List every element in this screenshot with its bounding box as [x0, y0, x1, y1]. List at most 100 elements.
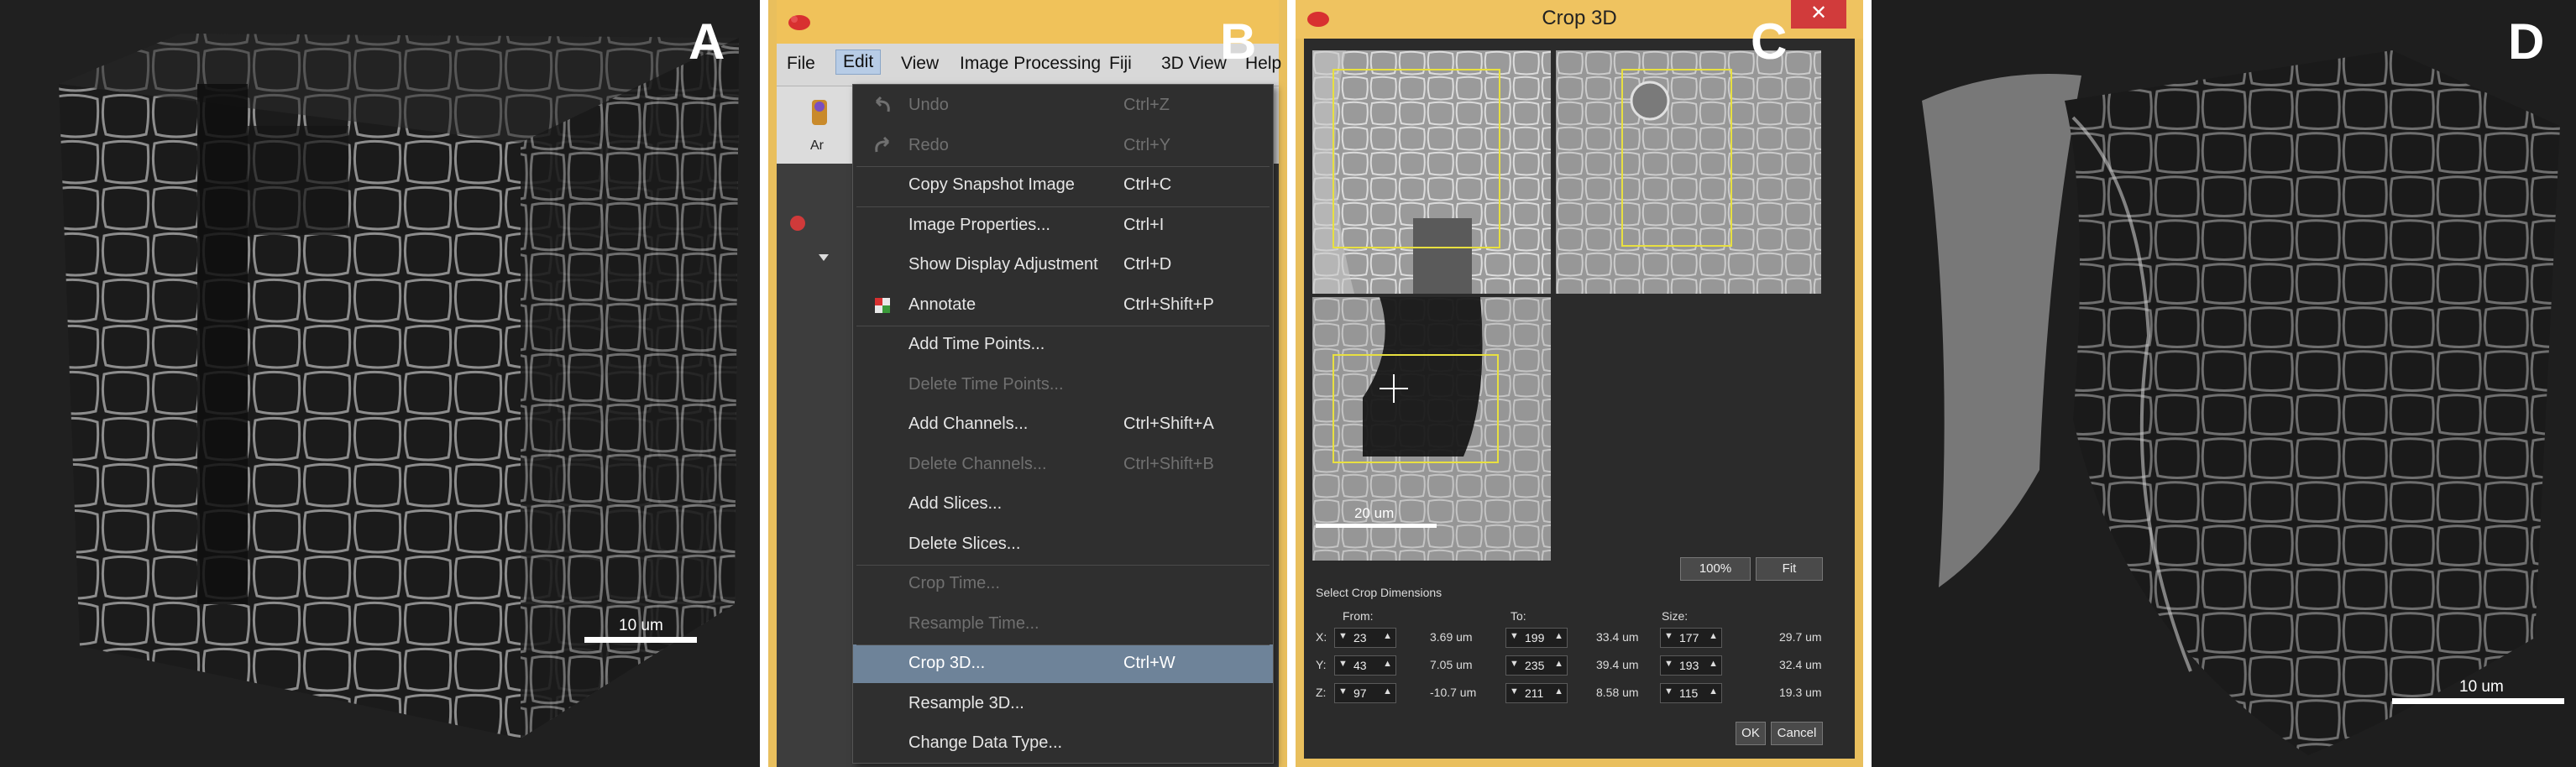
to-spinner[interactable]: ▼ 199 ▲: [1505, 628, 1568, 648]
size-um-value: 19.3 um: [1779, 686, 1822, 699]
menu-item-undo[interactable]: Undo Ctrl+Z: [853, 86, 1273, 125]
spin-value: 193: [1679, 659, 1699, 672]
cancel-button[interactable]: Cancel: [1771, 722, 1823, 745]
to-spinner[interactable]: ▼ 211 ▲: [1505, 683, 1568, 703]
decrement-arrow-icon[interactable]: ▼: [1664, 659, 1673, 669]
toolbar-tool-icon[interactable]: [807, 97, 832, 130]
roi-yz[interactable]: [1621, 69, 1732, 247]
from-spinner[interactable]: ▼ 23 ▲: [1334, 628, 1396, 648]
menu-item-redo[interactable]: Redo Ctrl+Y: [853, 127, 1273, 165]
inset-scale-bar-label: 20 um: [1354, 505, 1395, 521]
menu-edit[interactable]: Edit: [835, 50, 882, 75]
menu-item-crop-time[interactable]: Crop Time...: [853, 565, 1273, 603]
menu-file[interactable]: File: [787, 54, 815, 74]
menu-view[interactable]: View: [901, 54, 939, 74]
menu-item-change-data-type[interactable]: Change Data Type...: [853, 724, 1273, 763]
increment-arrow-icon[interactable]: ▲: [1709, 686, 1718, 697]
increment-arrow-icon[interactable]: ▲: [1383, 686, 1392, 697]
inset-scale-bar: [1316, 524, 1437, 528]
menu-item-crop-3d[interactable]: Crop 3D... Ctrl+W: [853, 644, 1273, 683]
menu-item-label: Delete Slices...: [908, 534, 1021, 553]
menu-item-delete-time-points[interactable]: Delete Time Points...: [853, 366, 1273, 404]
menu-item-shortcut: Ctrl+Shift+P: [1123, 295, 1214, 314]
redo-icon: [875, 136, 890, 152]
menu-item-shortcut: Ctrl+Shift+A: [1123, 415, 1214, 433]
menu-item-label: Undo: [908, 96, 949, 114]
menu-item-label: Show Display Adjustment: [908, 255, 1098, 274]
increment-arrow-icon[interactable]: ▲: [1383, 631, 1392, 641]
menu-item-delete-slices[interactable]: Delete Slices...: [853, 525, 1273, 564]
decrement-arrow-icon[interactable]: ▼: [1510, 659, 1519, 669]
header-to: To:: [1511, 609, 1526, 623]
tree-expander-icon[interactable]: [817, 253, 830, 263]
menu-fiji[interactable]: Fiji: [1109, 54, 1132, 74]
menu-item-label: Annotate: [908, 295, 976, 314]
menu-item-label: Add Slices...: [908, 494, 1003, 513]
panel-letter-c: C: [1751, 13, 1788, 70]
decrement-arrow-icon[interactable]: ▼: [1338, 631, 1348, 641]
menu-item-add-slices[interactable]: Add Slices...: [853, 485, 1273, 524]
volume-render-cropped-d: [1922, 50, 2560, 755]
menu-separator: [856, 206, 1270, 207]
scale-bar-d: [2392, 698, 2564, 704]
menu-item-add-channels[interactable]: Add Channels... Ctrl+Shift+A: [853, 405, 1273, 444]
size-spinner[interactable]: ▼ 193 ▲: [1660, 655, 1722, 676]
from-spinner[interactable]: ▼ 97 ▲: [1334, 683, 1396, 703]
decrement-arrow-icon[interactable]: ▼: [1664, 631, 1673, 641]
roi-xz[interactable]: [1333, 354, 1499, 463]
menu-item-image-properties[interactable]: Image Properties... Ctrl+I: [853, 206, 1273, 245]
panel-letter-b: B: [1220, 13, 1257, 70]
menu-separator: [856, 565, 1270, 566]
increment-arrow-icon[interactable]: ▲: [1709, 631, 1718, 641]
decrement-arrow-icon[interactable]: ▼: [1510, 631, 1519, 641]
toolbar-label-left: Ar: [810, 138, 824, 153]
menu-separator: [856, 166, 1270, 167]
increment-arrow-icon[interactable]: ▲: [1554, 631, 1563, 641]
from-um-value: 3.69 um: [1430, 630, 1473, 644]
menu-image-processing[interactable]: Image Processing: [960, 54, 1101, 74]
fit-button[interactable]: Fit: [1756, 557, 1823, 581]
menu-item-label: Crop 3D...: [908, 654, 986, 672]
menu-item-copy-snapshot-image[interactable]: Copy Snapshot Image Ctrl+C: [853, 166, 1273, 205]
crosshair-icon[interactable]: [1380, 374, 1408, 403]
menu-item-annotate[interactable]: Annotate Ctrl+Shift+P: [853, 286, 1273, 325]
menu-item-add-time-points[interactable]: Add Time Points...: [853, 326, 1273, 364]
spin-value: 211: [1525, 686, 1544, 700]
menu-item-resample-time[interactable]: Resample Time...: [853, 605, 1273, 644]
size-um-value: 29.7 um: [1779, 630, 1822, 644]
ok-button[interactable]: OK: [1736, 722, 1766, 745]
app-window: File Edit View Image Processing Fiji 3D …: [777, 0, 1281, 767]
decrement-arrow-icon[interactable]: ▼: [1510, 686, 1519, 697]
menu-item-shortcut: Ctrl+Shift+B: [1123, 454, 1214, 473]
menu-item-show-display-adjustment[interactable]: Show Display Adjustment Ctrl+D: [853, 246, 1273, 284]
increment-arrow-icon[interactable]: ▲: [1709, 659, 1718, 669]
dialog-close-button[interactable]: ✕: [1791, 0, 1846, 29]
zoom-100-button[interactable]: 100%: [1680, 557, 1751, 581]
spin-value: 97: [1353, 686, 1367, 700]
menu-item-delete-channels[interactable]: Delete Channels... Ctrl+Shift+B: [853, 446, 1273, 484]
size-spinner[interactable]: ▼ 177 ▲: [1660, 628, 1722, 648]
decrement-arrow-icon[interactable]: ▼: [1338, 686, 1348, 697]
menu-item-shortcut: Ctrl+W: [1123, 654, 1175, 672]
to-spinner[interactable]: ▼ 235 ▲: [1505, 655, 1568, 676]
increment-arrow-icon[interactable]: ▲: [1554, 659, 1563, 669]
menu-3d-view[interactable]: 3D View: [1161, 54, 1227, 74]
increment-arrow-icon[interactable]: ▲: [1383, 659, 1392, 669]
menu-item-shortcut: Ctrl+Z: [1123, 96, 1170, 114]
scale-bar-a: [584, 637, 697, 643]
increment-arrow-icon[interactable]: ▲: [1554, 686, 1563, 697]
panel-d: D 10 um: [1872, 0, 2576, 767]
menu-item-shortcut: Ctrl+D: [1123, 255, 1172, 274]
menu-item-label: Copy Snapshot Image: [908, 175, 1075, 194]
spin-value: 43: [1353, 659, 1367, 672]
menu-item-resample-3d[interactable]: Resample 3D...: [853, 685, 1273, 723]
decrement-arrow-icon[interactable]: ▼: [1664, 686, 1673, 697]
roi-xy[interactable]: [1333, 69, 1500, 248]
size-spinner[interactable]: ▼ 115 ▲: [1660, 683, 1722, 703]
spin-value: 23: [1353, 631, 1367, 644]
scale-bar-label-a: 10 um: [619, 617, 663, 634]
menu-item-shortcut: Ctrl+I: [1123, 215, 1165, 234]
decrement-arrow-icon[interactable]: ▼: [1338, 659, 1348, 669]
from-spinner[interactable]: ▼ 43 ▲: [1334, 655, 1396, 676]
menu-item-label: Resample Time...: [908, 613, 1039, 633]
